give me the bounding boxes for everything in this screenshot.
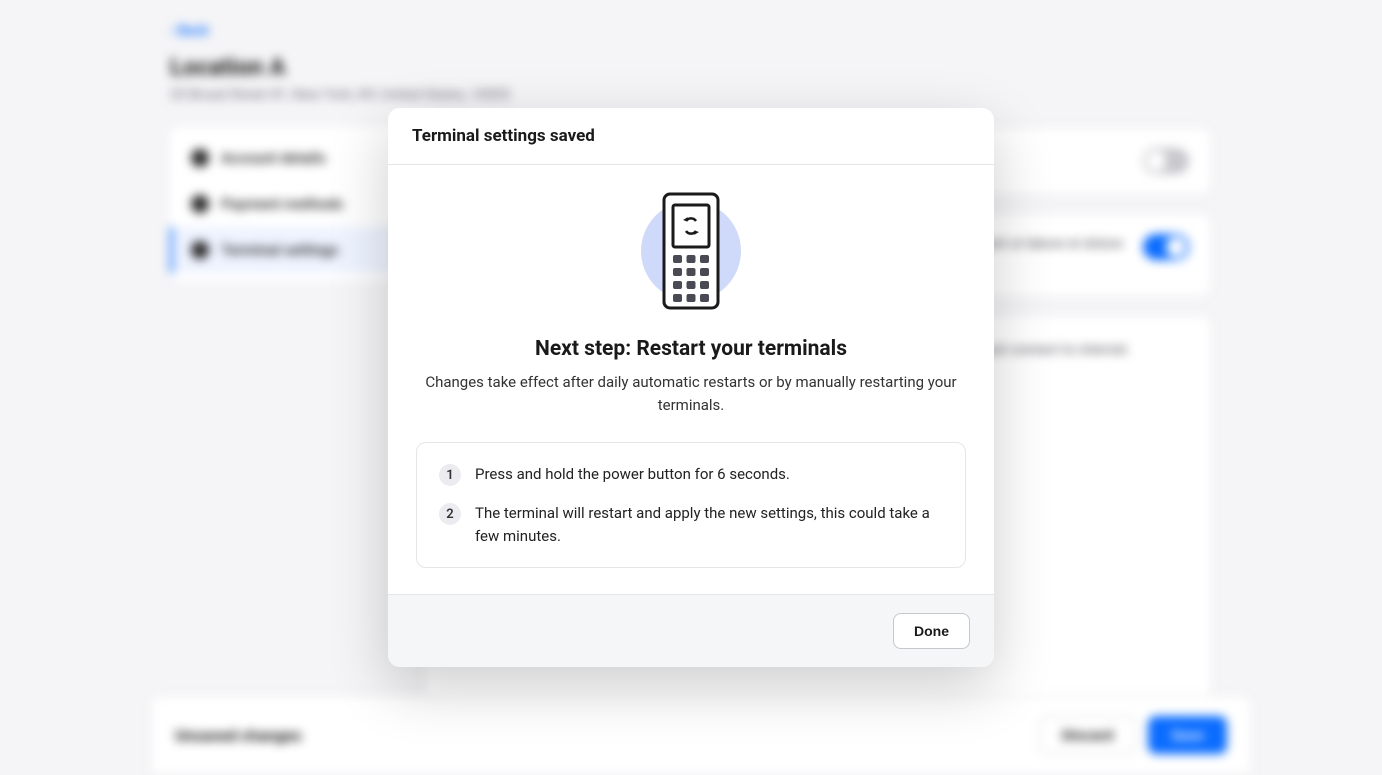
steps-box: 1 Press and hold the power button for 6 …: [416, 442, 966, 568]
step-number: 1: [439, 464, 461, 486]
modal-header-title: Terminal settings saved: [412, 126, 970, 146]
terminal-settings-modal: Terminal settings saved: [388, 108, 994, 667]
terminal-illustration: [641, 191, 741, 311]
modal-overlay: Terminal settings saved: [0, 0, 1382, 775]
step-1: 1 Press and hold the power button for 6 …: [439, 463, 943, 486]
modal-footer: Done: [388, 594, 994, 667]
step-text: The terminal will restart and apply the …: [475, 502, 943, 547]
step-2: 2 The terminal will restart and apply th…: [439, 502, 943, 547]
modal-description: Changes take effect after daily automati…: [416, 371, 966, 416]
modal-header: Terminal settings saved: [388, 108, 994, 165]
modal-title: Next step: Restart your terminals: [535, 337, 847, 361]
done-button[interactable]: Done: [893, 613, 970, 649]
step-text: Press and hold the power button for 6 se…: [475, 463, 790, 486]
modal-body: Next step: Restart your terminals Change…: [388, 165, 994, 594]
terminal-device-icon: [661, 191, 721, 311]
step-number: 2: [439, 503, 461, 525]
